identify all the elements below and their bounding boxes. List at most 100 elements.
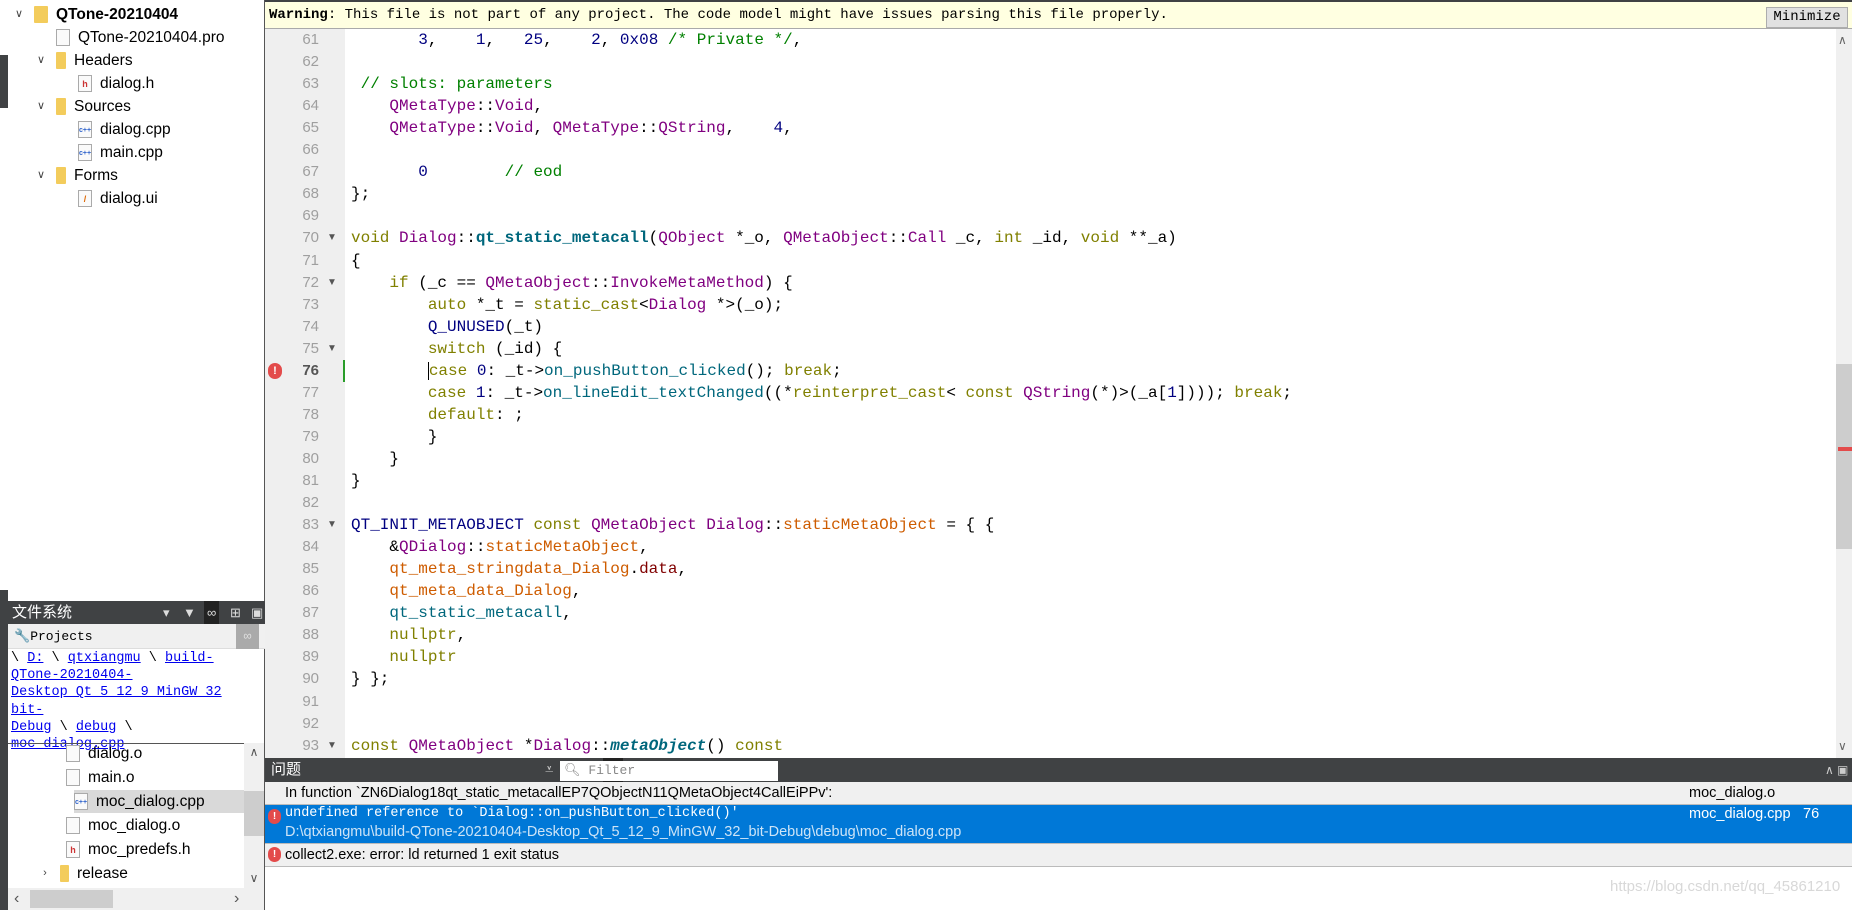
fold-arrow-icon[interactable]: ▼ <box>327 338 337 360</box>
code-line[interactable]: 86 qt_meta_data_Dialog, <box>265 580 1835 602</box>
chevron-down-icon[interactable]: ∨ <box>34 164 48 187</box>
code-line[interactable]: 69 <box>265 205 1835 227</box>
code-line[interactable]: 72 ▼ if (_c == QMetaObject::InvokeMetaMet… <box>265 272 1835 294</box>
scroll-down-icon[interactable]: ∨ <box>244 871 264 885</box>
code-line[interactable]: 88 nullptr, <box>265 624 1835 646</box>
scroll-down-icon[interactable]: ∨ <box>1838 739 1847 753</box>
chevron-up-icon[interactable]: ∧ <box>1825 758 1834 782</box>
code-token: : _t-> <box>485 383 544 402</box>
code-line[interactable]: 91 <box>265 691 1835 713</box>
fold-arrow-icon[interactable]: ▼ <box>327 735 337 757</box>
code-line[interactable]: 79 } <box>265 426 1835 448</box>
filter-icon[interactable]: ▼ <box>183 601 196 624</box>
path-link-build[interactable]: QTone-20210404- <box>11 668 133 683</box>
issue-row[interactable]: In function `ZN6Dialog18qt_static_metaca… <box>265 782 1852 805</box>
code-line[interactable]: 68}; <box>265 183 1835 205</box>
tree-item-pro[interactable]: QTone-20210404.pro <box>56 26 225 49</box>
code-line[interactable]: 78 default: ; <box>265 404 1835 426</box>
clear-icon[interactable]: ⩡ <box>545 758 553 782</box>
tree-item-dialog-cpp[interactable]: c++ dialog.cpp <box>78 118 171 141</box>
scroll-up-icon[interactable]: ∧ <box>1838 33 1847 47</box>
split-icon[interactable]: ⊞ <box>230 601 241 624</box>
tree-item-headers[interactable]: ∨ Headers <box>34 49 133 72</box>
code-line[interactable]: 81} <box>265 470 1835 492</box>
path-link-qtxiangmu[interactable]: qtxiangmu <box>68 651 141 666</box>
code-line[interactable]: 90} }; <box>265 668 1835 690</box>
scroll-thumb[interactable] <box>30 890 113 908</box>
code-line[interactable]: 61 3, 1, 25, 2, 0x08 /* Private */, <box>265 29 1835 51</box>
scroll-up-icon[interactable]: ∧ <box>244 745 264 759</box>
code-line[interactable]: 67 0 // eod <box>265 161 1835 183</box>
scroll-thumb[interactable] <box>244 791 264 836</box>
code-line[interactable]: 76! case 0: _t->on_pushButton_clicked();… <box>265 359 1835 382</box>
issue-row-selected[interactable]: ! undefined reference to `Dialog::on_pus… <box>265 805 1852 844</box>
fold-arrow-icon[interactable]: ▼ <box>327 227 337 249</box>
tree-item-dialog-ui[interactable]: / dialog.ui <box>78 187 158 210</box>
code-line[interactable]: 84 &QDialog::staticMetaObject, <box>265 536 1835 558</box>
code-line[interactable]: 77 case 1: _t->on_lineEdit_textChanged((… <box>265 382 1835 404</box>
code-line[interactable]: 85 qt_meta_stringdata_Dialog.data, <box>265 558 1835 580</box>
code-line[interactable]: 71 { <box>265 250 1835 272</box>
file-item-selected[interactable]: c++ moc_dialog.cpp <box>74 790 244 813</box>
code-line[interactable]: 87 qt_static_metacall, <box>265 602 1835 624</box>
code-line[interactable]: 93 ▼ const QMetaObject *Dialog::metaObject… <box>265 735 1835 757</box>
filter-input[interactable]: 🔍︎ Filter <box>560 761 778 781</box>
path-link-build[interactable]: Debug <box>11 720 52 735</box>
code-token: , <box>725 119 774 138</box>
path-link-drive[interactable]: D: <box>27 651 43 666</box>
tree-item-project-root[interactable]: ∨ QTone-20210404 <box>12 3 178 26</box>
chevron-down-icon[interactable]: ∨ <box>34 95 48 118</box>
code-line[interactable]: 63 // slots: parameters <box>265 73 1835 95</box>
scroll-right-icon[interactable]: › <box>234 890 239 908</box>
close-panel-icon[interactable]: ▣ <box>1837 758 1848 782</box>
chevron-down-icon[interactable]: ∨ <box>34 49 48 72</box>
file-item[interactable]: moc_dialog.o <box>66 814 180 837</box>
code-line[interactable]: 62 <box>265 51 1835 73</box>
tree-item-forms[interactable]: ∨ Forms <box>34 164 118 187</box>
code-line[interactable]: 66 <box>265 139 1835 161</box>
code-token: const <box>351 736 400 755</box>
folder-item-release[interactable]: › release <box>38 862 128 885</box>
file-list-vscrollbar[interactable]: ∧ ∨ <box>244 743 264 888</box>
path-link-build[interactable]: build- <box>165 651 214 666</box>
chevron-down-icon[interactable]: ∨ <box>12 3 26 26</box>
root-combo[interactable]: 🔧Projects ∞ <box>8 624 265 649</box>
code-token: ; <box>832 361 842 380</box>
chevron-right-icon[interactable]: › <box>38 862 52 885</box>
tree-item-main-cpp[interactable]: c++ main.cpp <box>78 141 163 164</box>
code-line[interactable]: 89 nullptr <box>265 646 1835 668</box>
path-link-debug[interactable]: debug <box>76 720 117 735</box>
code-line[interactable]: 65 QMetaType::Void, QMetaType::QString, … <box>265 117 1835 139</box>
code-line[interactable]: 80 } <box>265 448 1835 470</box>
path-link-build[interactable]: Desktop Qt 5 12 9 MinGW 32 bit- <box>11 685 222 717</box>
code-line[interactable]: 64 QMetaType::Void, <box>265 95 1835 117</box>
code-token: 0x08 <box>619 31 659 49</box>
code-token: , <box>677 560 688 579</box>
tree-item-dialog-h[interactable]: h dialog.h <box>78 72 154 95</box>
code-line[interactable]: 70 ▼ void Dialog::qt_static_metacall(QObje… <box>265 227 1835 249</box>
editor-scroll-thumb[interactable] <box>1836 364 1852 549</box>
scroll-left-icon[interactable]: ‹ <box>14 890 19 908</box>
line-number: 71 <box>302 251 319 269</box>
code-editor[interactable]: 61 3, 1, 25, 2, 0x08 /* Private */, 62 63 … <box>265 29 1835 758</box>
file-list-hscrollbar[interactable]: ‹ › <box>8 888 264 910</box>
code-line[interactable]: 83 ▼ QT_INIT_METAOBJECT const QMetaObject … <box>265 514 1835 536</box>
tree-item-sources[interactable]: ∨ Sources <box>34 95 131 118</box>
file-item[interactable]: dialog.o <box>66 742 142 765</box>
code-line[interactable]: 82 <box>265 492 1835 514</box>
minimize-button[interactable]: Minimize <box>1766 7 1848 28</box>
dropdown-arrow-icon[interactable]: ▾ <box>163 601 170 624</box>
file-item[interactable]: main.o <box>66 766 135 789</box>
close-panel-icon[interactable]: ▣ <box>251 601 263 624</box>
fold-arrow-icon[interactable]: ▼ <box>327 272 337 294</box>
sync-link-icon[interactable]: ∞ <box>236 624 259 649</box>
issue-row[interactable]: ! collect2.exe: error: ld returned 1 exi… <box>265 844 1852 867</box>
link-icon[interactable]: ∞ <box>204 601 220 624</box>
code-line[interactable]: 92 <box>265 713 1835 735</box>
fold-arrow-icon[interactable]: ▼ <box>327 514 337 536</box>
file-item[interactable]: h moc_predefs.h <box>66 838 191 861</box>
code-line[interactable]: 74 Q_UNUSED(_t) <box>265 316 1835 338</box>
code-line[interactable]: 75 ▼ switch (_id) { <box>265 338 1835 360</box>
code-line[interactable]: 73 auto *_t = static_cast<Dialog *>(_o); <box>265 294 1835 316</box>
